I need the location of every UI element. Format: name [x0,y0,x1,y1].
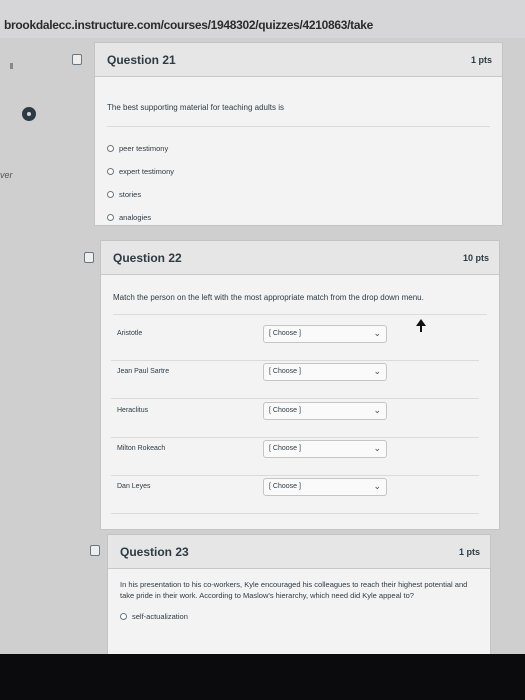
answer-label: self-actualization [132,611,188,621]
dropdown-value: [ Choose ] [269,407,301,414]
answer-option[interactable]: stories [107,183,490,206]
flag-icon[interactable] [84,252,94,263]
radio-button[interactable] [107,145,114,152]
answer-label: analogies [119,213,152,222]
match-label: Milton Rokeach [117,445,166,452]
radio-button[interactable] [120,612,127,620]
question-title: Question 22 [113,250,182,265]
flag-icon[interactable] [72,54,82,65]
url-bar[interactable]: brookdalecc.instructure.com/courses/1948… [0,0,525,38]
dropdown-value: [ Choose ] [269,445,301,452]
progress-dot-icon [22,107,36,121]
question-title: Question 21 [107,52,176,67]
dropdown-value: [ Choose ] [269,483,301,490]
answer-option[interactable]: peer testimony [107,137,490,160]
chevron-down-icon: ⌄ [373,443,381,453]
match-row: Heraclitus [ Choose ] ⌄ [111,400,479,438]
radio-button[interactable] [107,191,114,198]
match-dropdown[interactable]: [ Choose ] ⌄ [263,440,387,458]
question-title: Question 23 [120,544,189,559]
match-dropdown[interactable]: [ Choose ] ⌄ [263,363,387,381]
chevron-down-icon: ⌄ [373,366,381,376]
answer-label: stories [119,190,142,199]
url-text: brookdalecc.instructure.com/courses/1948… [4,18,374,32]
answer-option[interactable]: self-actualization [120,609,478,623]
question-prompt: Match the person on the left with the mo… [113,275,487,315]
question-header: Question 22 10 pts [101,241,499,275]
answer-list: peer testimony expert testimony stories … [107,127,490,229]
match-dropdown[interactable]: [ Choose ] ⌄ [263,478,387,496]
question-points: 1 pts [470,54,492,65]
mouse-cursor-icon [416,319,426,338]
dropdown-value: [ Choose ] [269,330,301,337]
match-row: Jean Paul Sartre [ Choose ] ⌄ [111,361,479,399]
question-header: Question 21 1 pts [95,43,502,77]
question-23: Question 23 1 pts In his presentation to… [107,534,491,664]
chevron-down-icon: ⌄ [373,481,381,491]
match-label: Heraclitus [117,407,149,414]
answer-label: peer testimony [119,144,169,153]
flag-icon[interactable] [90,545,100,556]
chevron-down-icon: ⌄ [373,328,381,338]
answer-option[interactable]: analogies [107,206,490,229]
dropdown-value: [ Choose ] [269,368,301,375]
match-row: Milton Rokeach [ Choose ] ⌄ [111,438,479,476]
question-points: 1 pts [458,546,480,557]
question-header: Question 23 1 pts [108,535,490,569]
radio-button[interactable] [107,214,114,221]
answer-option[interactable]: expert testimony [107,160,490,183]
answer-label: expert testimony [119,167,175,176]
match-row: Dan Leyes [ Choose ] ⌄ [111,476,479,514]
match-dropdown[interactable]: [ Choose ] ⌄ [263,402,387,420]
left-edge-mark [10,63,13,69]
question-prompt: In his presentation to his co-workers, K… [120,580,468,600]
question-points: 10 pts [462,252,489,263]
radio-button[interactable] [107,168,114,175]
chevron-down-icon: ⌄ [373,405,381,415]
match-label: Aristotle [117,330,143,337]
match-label: Dan Leyes [117,483,151,490]
question-prompt: The best supporting material for teachin… [107,77,490,127]
sidebar-partial-text: ver [0,170,13,180]
bottom-dark-area [0,654,525,700]
match-label: Jean Paul Sartre [117,368,170,375]
answer-list: self-actualization [120,609,478,623]
question-22: Question 22 10 pts Match the person on t… [100,240,500,530]
question-21: Question 21 1 pts The best supporting ma… [94,42,503,226]
match-dropdown[interactable]: [ Choose ] ⌄ [263,325,387,343]
